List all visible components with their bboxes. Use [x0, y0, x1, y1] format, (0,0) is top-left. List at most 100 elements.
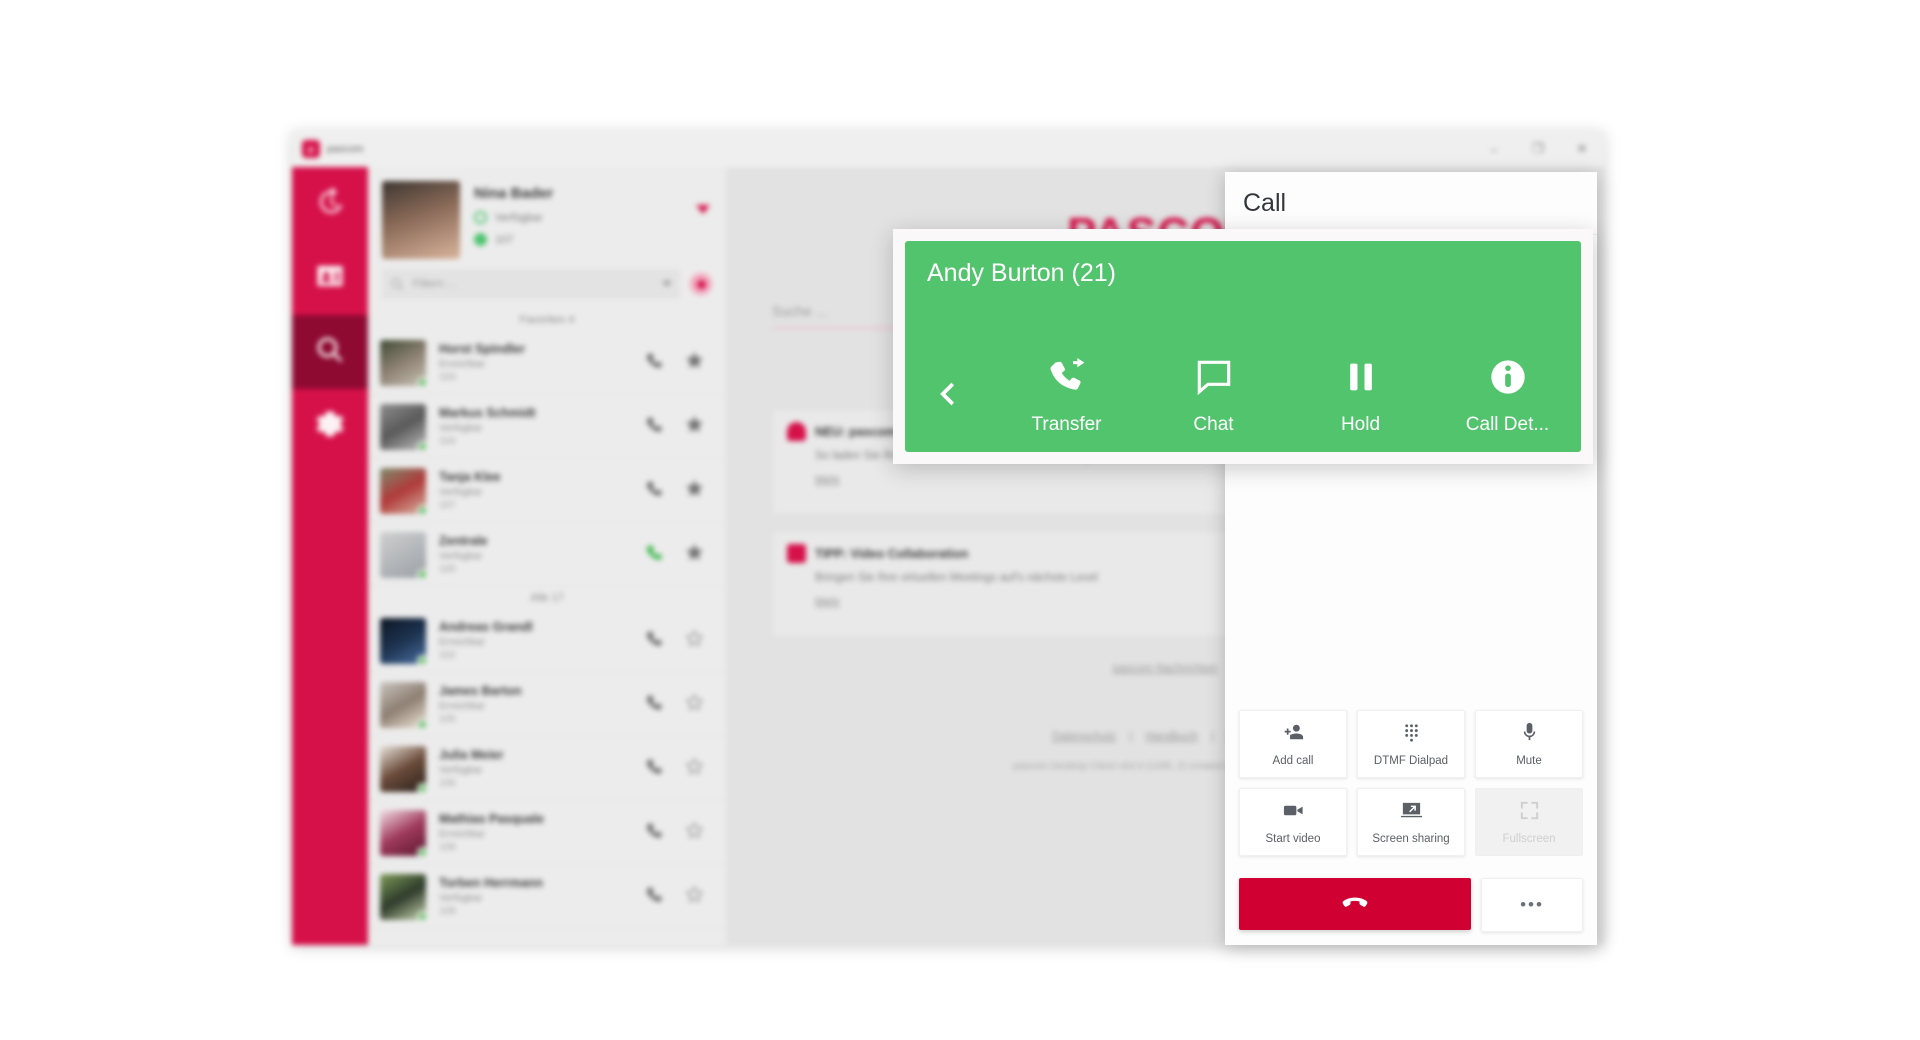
phone-green-icon[interactable] — [644, 543, 663, 567]
chevron-down-icon[interactable] — [696, 205, 710, 214]
contact-status: Verfügbar — [439, 423, 483, 434]
contact-name: Zentrale — [439, 534, 488, 548]
contact-row[interactable]: Zentrale Verfügbar 100 — [368, 523, 726, 587]
group-header-favoriten: Favoriten 4 — [368, 309, 726, 331]
contact-extension: 104 — [439, 436, 456, 447]
chat-action[interactable]: Chat — [1140, 357, 1287, 436]
avatar — [380, 339, 428, 388]
maximize-button[interactable]: ❐ — [1516, 131, 1560, 167]
avatar — [380, 873, 428, 922]
contact-row[interactable]: Andreas Grandl Erreichbar 102 — [368, 609, 726, 673]
sidebar-item-contacts[interactable] — [292, 241, 368, 315]
screen-sharing-button[interactable]: Screen sharing — [1357, 788, 1465, 856]
presence-dot-icon — [417, 910, 428, 922]
contact-actions — [644, 757, 714, 781]
phone-icon[interactable] — [644, 629, 663, 653]
add-call-label: Add call — [1272, 755, 1314, 767]
presence-dot-icon — [417, 654, 428, 666]
more-options-label: ••• — [1520, 895, 1544, 914]
star-outline-icon[interactable] — [685, 757, 704, 781]
star-outline-icon[interactable] — [685, 885, 704, 909]
start-video-label: Start video — [1265, 833, 1321, 845]
contact-status: Verfügbar — [439, 487, 483, 498]
star-filled-icon[interactable] — [685, 479, 704, 503]
star-outline-icon[interactable] — [685, 821, 704, 845]
current-user-card[interactable]: Nina Bader Verfügbar 107 — [368, 167, 726, 263]
contact-row[interactable]: Tanja Klee Verfügbar 107 — [368, 459, 726, 523]
footer-separator: | — [1129, 731, 1133, 743]
call-details-action[interactable]: Call Det... — [1434, 357, 1581, 436]
back-button[interactable] — [905, 379, 993, 436]
contact-extension: 100 — [439, 564, 456, 575]
chevron-down-icon[interactable] — [662, 281, 672, 287]
phone-icon[interactable] — [644, 479, 663, 503]
avatar — [380, 681, 428, 730]
current-user-extension: 107 — [495, 233, 514, 246]
contact-name: Markus Schmidt — [439, 406, 536, 420]
card-link[interactable]: Mehr — [815, 474, 840, 486]
record-button[interactable] — [690, 273, 712, 295]
video-collab-icon — [787, 544, 806, 563]
footer-link-handbuch[interactable]: Handbuch — [1145, 731, 1197, 743]
call-transfer-icon — [1047, 357, 1087, 402]
phone-icon[interactable] — [644, 415, 663, 439]
card-link[interactable]: Mehr — [815, 596, 840, 608]
app-logo-icon: p — [302, 140, 320, 158]
mute-button[interactable]: Mute — [1475, 710, 1583, 778]
filter-input-wrapper[interactable]: Filtern ... — [382, 269, 680, 299]
contact-row[interactable]: Horst Spindler Erreichbar 103 — [368, 331, 726, 395]
add-call-button[interactable]: Add call — [1239, 710, 1347, 778]
extension-dot-icon — [474, 233, 487, 246]
group-count: 4 — [568, 314, 575, 326]
group-header-alle: Alle 17 — [368, 587, 726, 609]
video-camera-icon — [1282, 799, 1305, 827]
contact-info: Torben Herrmann Verfügbar 109 — [439, 876, 644, 917]
in-call-action-overlay: Andy Burton (21) Transfer Chat Hold Call… — [893, 229, 1593, 464]
contact-row[interactable]: James Barton Erreichbar 105 — [368, 673, 726, 737]
hold-action[interactable]: Hold — [1287, 357, 1434, 436]
contact-actions — [644, 821, 714, 845]
contact-name: James Barton — [439, 684, 522, 698]
app-logo-letter: p — [308, 144, 314, 154]
transfer-action[interactable]: Transfer — [993, 357, 1140, 436]
star-filled-icon[interactable] — [685, 415, 704, 439]
favorites-list: Horst Spindler Erreichbar 103 Markus Schmid… — [368, 331, 726, 587]
close-button[interactable]: ✕ — [1560, 131, 1604, 167]
contact-row[interactable]: Mathias Pasquale Erreichbar 108 — [368, 801, 726, 865]
footer-link-datenschutz[interactable]: Datenschutz — [1052, 731, 1116, 743]
more-options-button[interactable]: ••• — [1481, 878, 1583, 932]
sidebar-item-settings[interactable] — [292, 389, 368, 463]
phone-icon[interactable] — [644, 693, 663, 717]
transfer-label: Transfer — [1031, 414, 1102, 435]
add-person-icon — [1282, 721, 1305, 749]
star-filled-icon[interactable] — [685, 351, 704, 375]
star-outline-icon[interactable] — [685, 693, 704, 717]
contact-row[interactable]: Markus Schmidt Verfügbar 104 — [368, 395, 726, 459]
dtmf-dialpad-button[interactable]: DTMF Dialpad — [1357, 710, 1465, 778]
contact-row[interactable]: Julia Meier Verfügbar 106 — [368, 737, 726, 801]
presence-dot-icon — [417, 782, 428, 794]
in-call-action-surface: Andy Burton (21) Transfer Chat Hold Call… — [905, 241, 1581, 452]
phone-icon[interactable] — [644, 351, 663, 375]
hangup-button[interactable] — [1239, 878, 1471, 930]
contact-row[interactable]: Torben Herrmann Verfügbar 109 — [368, 865, 726, 929]
sidebar-item-recent-calls[interactable] — [292, 167, 368, 241]
contact-extension: 102 — [439, 650, 456, 661]
contact-status: Verfügbar — [439, 893, 483, 904]
search-icon — [390, 277, 405, 292]
star-outline-icon[interactable] — [685, 629, 704, 653]
minimize-button[interactable]: – — [1472, 131, 1516, 167]
record-icon — [696, 279, 706, 289]
start-video-button[interactable]: Start video — [1239, 788, 1347, 856]
call-details-label: Call Det... — [1465, 414, 1550, 435]
sidebar-item-search[interactable] — [292, 315, 368, 389]
filter-row: Filtern ... — [368, 263, 726, 309]
star-filled-icon[interactable] — [685, 543, 704, 567]
phone-icon[interactable] — [644, 821, 663, 845]
filter-input[interactable]: Filtern ... — [413, 278, 662, 290]
screen-share-icon — [1400, 799, 1423, 827]
phone-icon[interactable] — [644, 757, 663, 781]
contact-name: Mathias Pasquale — [439, 812, 544, 826]
phone-icon[interactable] — [644, 885, 663, 909]
current-user-status-row[interactable]: Verfügbar — [474, 211, 712, 224]
